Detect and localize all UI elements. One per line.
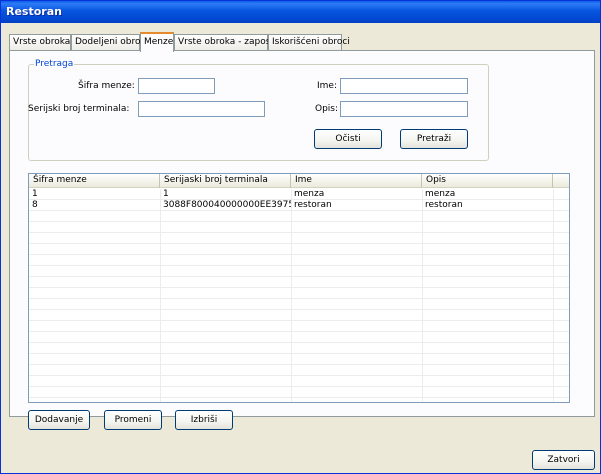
cell-ime: restoran — [294, 200, 332, 210]
column-divider — [553, 189, 554, 402]
tab-menze[interactable]: Menze — [140, 32, 174, 52]
column-header-ime[interactable]: Ime — [291, 174, 422, 188]
tab-strip: Vrste obroka Dodeljeni obroci Menze Vrst… — [9, 32, 595, 52]
ime-label: Ime: — [317, 81, 337, 91]
menze-list[interactable]: Šifra menze Serijaski broj terminala Ime… — [28, 173, 570, 403]
column-divider — [160, 189, 161, 402]
cell-ime: menza — [294, 189, 325, 199]
menze-tab-panel: Pretraga Šifra menze: Serijski broj term… — [9, 50, 595, 430]
edit-button[interactable]: Promeni — [104, 410, 162, 430]
restoran-window: Restoran Vrste obroka Dodeljeni obroci M… — [0, 0, 601, 474]
opis-label: Opis: — [315, 104, 339, 114]
column-header-opis[interactable]: Opis — [422, 174, 553, 188]
column-header-filler — [553, 174, 569, 188]
add-button[interactable]: Dodavanje — [28, 410, 90, 430]
table-row[interactable]: 1 1 menza menza — [29, 189, 569, 200]
cell-sifra: 8 — [32, 200, 38, 210]
cell-opis: restoran — [425, 200, 463, 210]
list-header: Šifra menze Serijaski broj terminala Ime… — [29, 174, 569, 188]
sifra-menze-input[interactable] — [138, 78, 215, 94]
cell-opis: menza — [425, 189, 456, 199]
column-divider — [291, 189, 292, 402]
search-button[interactable]: Pretraži — [400, 129, 468, 149]
tab-iskorisceni-obroci[interactable]: Iskorišćeni obroci — [268, 34, 350, 51]
list-body — [29, 189, 569, 402]
tab-vrste-obroka[interactable]: Vrste obroka — [9, 34, 71, 51]
cell-serijski: 3088F800040000000EE39759... — [163, 200, 291, 210]
column-header-serijski[interactable]: Serijaski broj terminala — [160, 174, 291, 188]
clear-button[interactable]: Očisti — [314, 129, 382, 149]
tab-dodeljeni-obroci[interactable]: Dodeljeni obroci — [71, 34, 148, 51]
close-button[interactable]: Zatvori — [532, 450, 595, 470]
serijski-broj-input[interactable] — [138, 101, 265, 117]
column-divider — [422, 189, 423, 402]
column-header-sifra[interactable]: Šifra menze — [29, 174, 160, 188]
tab-vrste-obroka-zaposleni[interactable]: Vrste obroka - zaposleni — [174, 34, 287, 51]
window-title: Restoran — [6, 5, 62, 18]
title-bar[interactable]: Restoran — [1, 1, 600, 23]
opis-input[interactable] — [340, 101, 468, 117]
sifra-menze-label: Šifra menze: — [78, 81, 135, 91]
serijski-broj-label: Serijski broj terminala: — [28, 104, 130, 114]
search-group-label: Pretraga — [34, 59, 75, 69]
cell-serijski: 1 — [163, 189, 169, 199]
delete-button[interactable]: Izbriši — [175, 410, 233, 430]
table-row[interactable]: 8 3088F800040000000EE39759... restoran r… — [29, 200, 569, 211]
ime-input[interactable] — [340, 78, 468, 94]
cell-sifra: 1 — [32, 189, 38, 199]
